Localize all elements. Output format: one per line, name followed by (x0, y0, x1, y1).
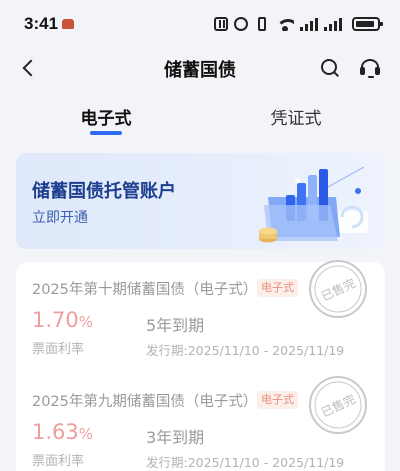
coupon-rate-label: 票面利率 (32, 342, 85, 357)
status-bar: 3:41 (0, 0, 400, 48)
coupon-rate-label: 票面利率 (32, 454, 85, 469)
bond-list: 2025年第十期储蓄国债（电子式） 电子式 1.70% 票面利率 5年到期 发行… (16, 260, 385, 471)
bond-name: 2025年第九期储蓄国债（电子式） (32, 394, 258, 410)
bond-type-tag: 电子式 (257, 391, 298, 409)
coupon-rate: 1.63% (32, 420, 93, 444)
issue-period: 发行期:2025/11/10 - 2025/11/19 (146, 343, 345, 358)
bond-term: 3年到期 (146, 428, 205, 447)
nav-header: 储蓄国债 (0, 48, 400, 88)
bond-type-tag: 电子式 (257, 279, 298, 297)
tab-certificate[interactable]: 凭证式 (246, 104, 346, 129)
list-item[interactable]: 2025年第九期储蓄国债（电子式） 电子式 1.63% 票面利率 3年到期 发行… (16, 374, 385, 471)
bond-name: 2025年第十期储蓄国债（电子式） (32, 282, 258, 298)
status-icons (214, 14, 383, 34)
bond-term: 5年到期 (146, 316, 205, 335)
bar-chart-folder-illustration (259, 166, 368, 243)
status-time: 3:41 (24, 14, 59, 33)
list-item[interactable]: 2025年第十期储蓄国债（电子式） 电子式 1.70% 票面利率 5年到期 发行… (16, 260, 385, 372)
wifi-icon (276, 17, 294, 31)
sold-out-stamp-text: 已售完 (319, 391, 358, 420)
coupon-rate-value: 1.63 (32, 420, 79, 444)
tab-electronic[interactable]: 电子式 (56, 104, 156, 129)
battery-charging-icon (352, 17, 383, 31)
sold-out-stamp: 已售完 (309, 260, 367, 318)
sold-out-stamp-text: 已售完 (319, 275, 358, 304)
issue-period: 发行期:2025/11/10 - 2025/11/19 (146, 455, 345, 470)
customer-service-button[interactable] (358, 56, 382, 80)
search-button[interactable] (318, 56, 342, 80)
banner-title: 储蓄国债托管账户 (32, 181, 176, 202)
app-notification-icon (62, 19, 74, 29)
open-account-banner[interactable]: 储蓄国债托管账户 立即开通 (16, 153, 385, 249)
coupon-rate-unit: % (78, 425, 94, 443)
coupon-rate-unit: % (78, 313, 94, 331)
tab-active-indicator (90, 131, 122, 135)
alarm-icon (234, 17, 248, 31)
tab-bar: 电子式 凭证式 (0, 96, 400, 136)
signal-icon (300, 17, 318, 31)
vibrate-icon (254, 17, 270, 31)
banner-subtitle[interactable]: 立即开通 (32, 207, 88, 227)
coupon-rate: 1.70% (32, 308, 93, 332)
sold-out-stamp: 已售完 (309, 376, 367, 434)
coupon-rate-value: 1.70 (32, 308, 79, 332)
signal-icon (324, 17, 342, 31)
nfc-icon (214, 17, 228, 31)
